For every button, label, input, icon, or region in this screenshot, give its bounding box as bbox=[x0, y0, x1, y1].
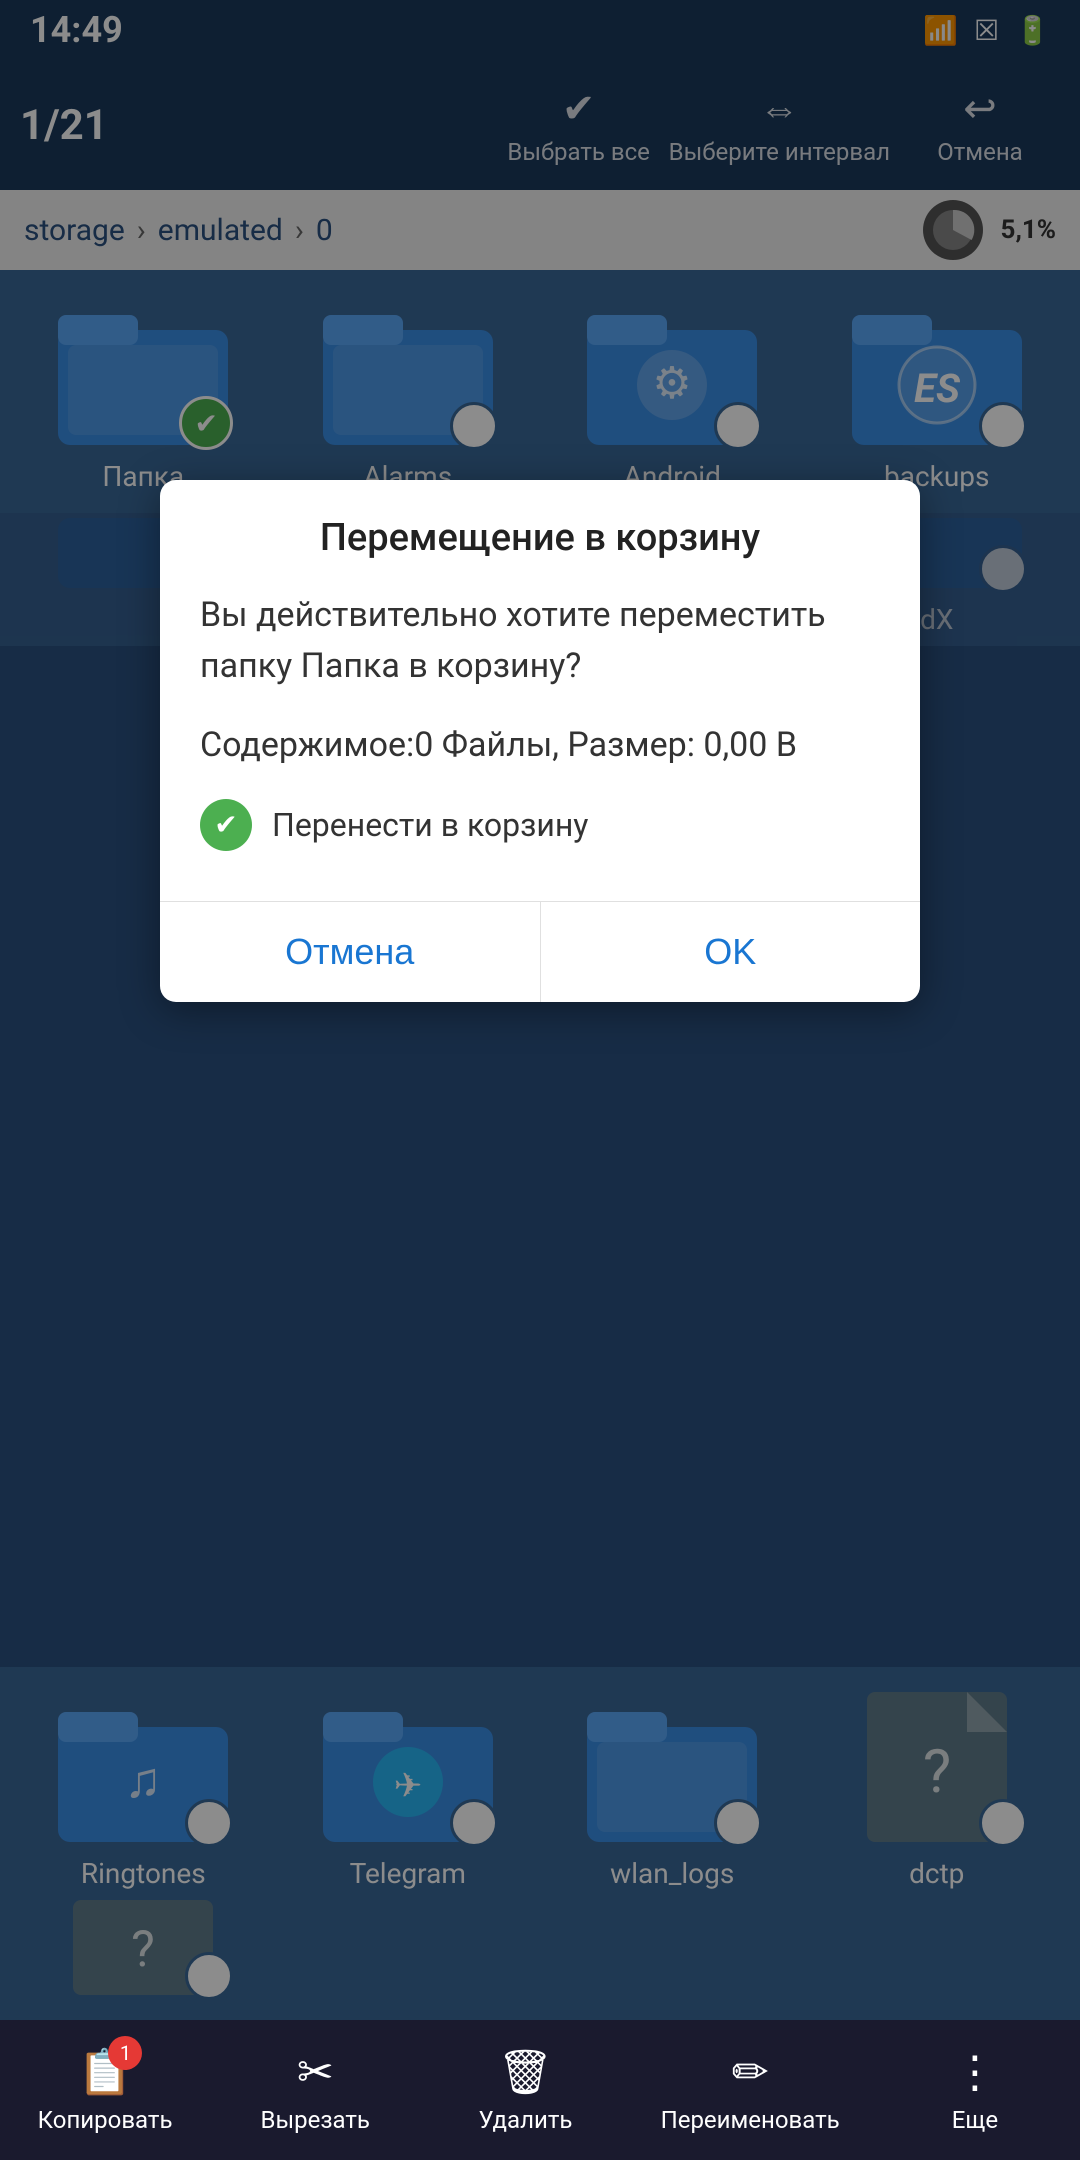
cut-icon: ✂ bbox=[297, 2046, 334, 2098]
rename-label: Переименовать bbox=[661, 2106, 840, 2134]
more-icon: ⋮ bbox=[953, 2046, 997, 2098]
copy-badge: 1 bbox=[108, 2036, 142, 2070]
cut-label: Вырезать bbox=[261, 2106, 370, 2134]
copy-icon: 📋 1 bbox=[78, 2046, 133, 2098]
dialog: Перемещение в корзину Вы действительно х… bbox=[160, 480, 920, 1002]
more-button[interactable]: ⋮ Еще bbox=[900, 2046, 1050, 2134]
dialog-check-row[interactable]: ✔ Перенести в корзину bbox=[200, 799, 880, 851]
dialog-ok-button[interactable]: OK bbox=[541, 902, 921, 1002]
copy-label: Копировать bbox=[38, 2106, 173, 2134]
dialog-body: Вы действительно хотите переместить папк… bbox=[160, 580, 920, 881]
copy-button[interactable]: 📋 1 Копировать bbox=[30, 2046, 180, 2134]
delete-label: Удалить bbox=[478, 2106, 572, 2134]
delete-button[interactable]: 🗑 Удалить bbox=[450, 2046, 600, 2134]
delete-icon: 🗑 bbox=[497, 2046, 553, 2098]
more-label: Еще bbox=[952, 2106, 998, 2134]
dialog-message: Вы действительно хотите переместить папк… bbox=[200, 590, 880, 692]
cut-button[interactable]: ✂ Вырезать bbox=[240, 2046, 390, 2134]
bottom-toolbar: 📋 1 Копировать ✂ Вырезать 🗑 Удалить ✏ Пе… bbox=[0, 2020, 1080, 2160]
dialog-title: Перемещение в корзину bbox=[160, 480, 920, 580]
dialog-cancel-button[interactable]: Отмена bbox=[160, 902, 541, 1002]
overlay: Перемещение в корзину Вы действительно х… bbox=[0, 0, 1080, 2160]
rename-icon: ✏ bbox=[732, 2046, 769, 2098]
check-label: Перенести в корзину bbox=[272, 801, 588, 849]
check-icon: ✔ bbox=[200, 799, 252, 851]
dialog-actions: Отмена OK bbox=[160, 902, 920, 1002]
rename-button[interactable]: ✏ Переименовать bbox=[661, 2046, 840, 2134]
dialog-details: Содержимое:0 Файлы, Размер: 0,00 В bbox=[200, 720, 880, 771]
